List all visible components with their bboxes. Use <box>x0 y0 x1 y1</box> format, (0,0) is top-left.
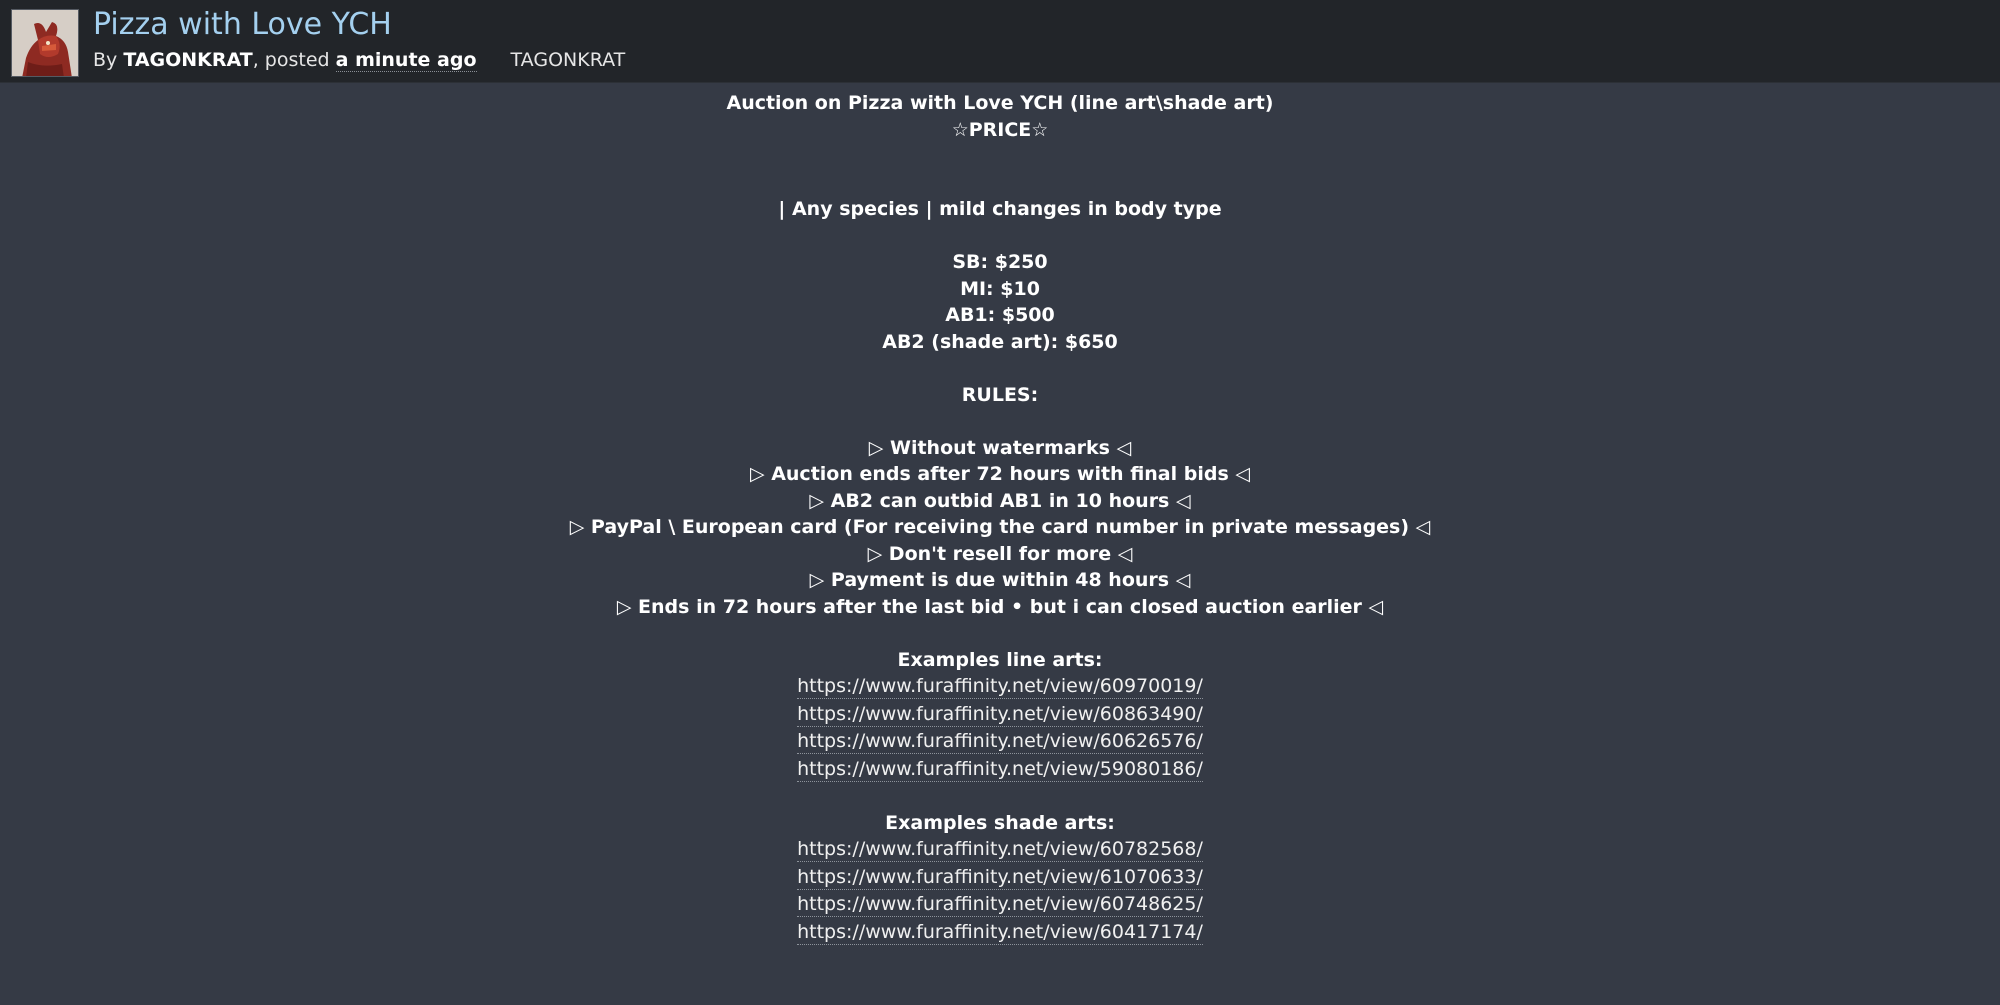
rules-label: RULES: <box>961 383 1039 406</box>
line-example-link[interactable]: https://www.furaffinity.net/view/6086349… <box>797 702 1203 727</box>
rule-item: ▷ Auction ends after 72 hours with final… <box>749 463 1251 485</box>
author-link[interactable]: TAGONKRAT <box>123 49 252 71</box>
price-mi: MI: $10 <box>960 277 1040 300</box>
species-line: | Any species | mild changes in body typ… <box>778 198 1222 220</box>
shade-example-link[interactable]: https://www.furaffinity.net/view/6041717… <box>797 920 1203 945</box>
author-tag[interactable]: TAGONKRAT <box>511 47 626 73</box>
rule-item: ▷ Don't resell for more ◁ <box>867 542 1133 565</box>
price-label: ☆PRICE☆ <box>951 118 1049 141</box>
submission-title[interactable]: Pizza with Love YCH <box>93 5 392 45</box>
line-example-link[interactable]: https://www.furaffinity.net/view/5908018… <box>797 757 1203 782</box>
shade-example-link[interactable]: https://www.furaffinity.net/view/6107063… <box>797 865 1203 890</box>
price-ab2: AB2 (shade art): $650 <box>882 330 1118 353</box>
posted-time: a minute ago <box>335 49 477 72</box>
by-prefix: By <box>93 49 118 71</box>
rule-item: ▷ Payment is due within 48 hours ◁ <box>809 569 1191 591</box>
rule-item: ▷ Ends in 72 hours after the last bid • … <box>616 595 1384 618</box>
description-heading: Auction on Pizza with Love YCH (line art… <box>726 92 1274 114</box>
shade-examples-label: Examples shade arts: <box>885 811 1115 834</box>
dragon-avatar-icon <box>12 10 78 76</box>
price-sb: SB: $250 <box>952 251 1048 273</box>
line-examples-label: Examples line arts: <box>897 648 1103 671</box>
rule-item: ▷ Without watermarks ◁ <box>868 436 1132 459</box>
submission-description: Auction on Pizza with Love YCH (line art… <box>0 90 2000 946</box>
rule-item: ▷ PayPal \ European card (For receiving … <box>569 516 1431 538</box>
shade-example-link[interactable]: https://www.furaffinity.net/view/6078256… <box>797 837 1203 862</box>
line-example-link[interactable]: https://www.furaffinity.net/view/6097001… <box>797 674 1203 699</box>
user-avatar[interactable] <box>11 9 79 77</box>
submission-header: Pizza with Love YCH By TAGONKRAT, posted… <box>0 0 2000 83</box>
line-example-link[interactable]: https://www.furaffinity.net/view/6062657… <box>797 729 1203 754</box>
byline: By TAGONKRAT, posted a minute ago TAGONK… <box>93 47 625 73</box>
rule-item: ▷ AB2 can outbid AB1 in 10 hours ◁ <box>809 489 1191 512</box>
shade-example-link[interactable]: https://www.furaffinity.net/view/6074862… <box>797 892 1203 917</box>
price-ab1: AB1: $500 <box>945 304 1055 326</box>
posted-prefix: , posted <box>252 49 330 71</box>
